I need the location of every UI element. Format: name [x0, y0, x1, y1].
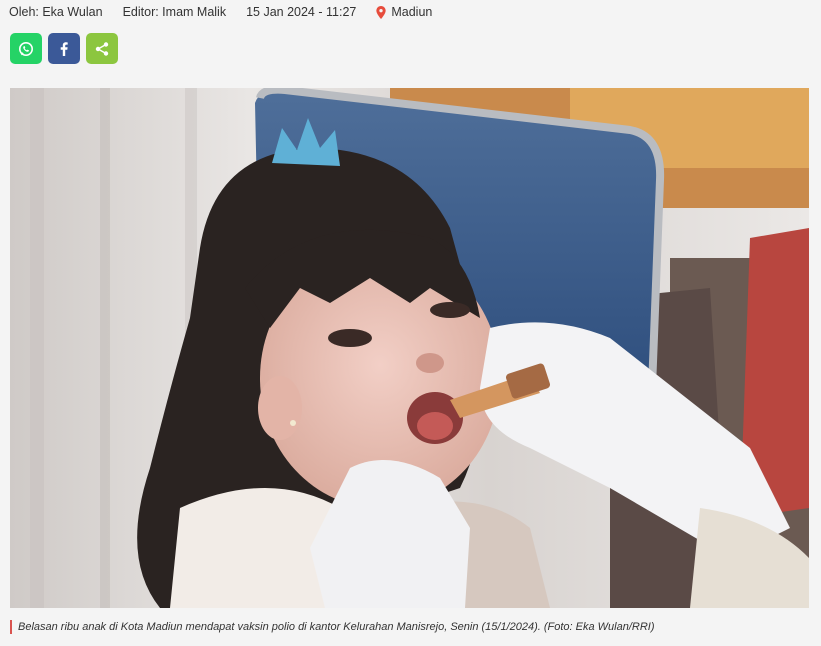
share-whatsapp-button[interactable] [10, 33, 42, 64]
share-bar [10, 33, 118, 64]
location-label: Madiun [391, 5, 433, 19]
facebook-icon [60, 41, 68, 56]
article-meta: Oleh: Eka Wulan Editor: Imam Malik 15 Ja… [9, 4, 432, 20]
share-facebook-button[interactable] [48, 33, 80, 64]
map-pin-icon [376, 5, 387, 19]
article-photo [10, 88, 809, 608]
location: Madiun [376, 5, 432, 19]
author-label: Oleh: Eka Wulan [9, 5, 103, 19]
publish-datetime: 15 Jan 2024 - 11:27 [246, 5, 357, 19]
photo-illustration [10, 88, 809, 608]
whatsapp-icon [19, 41, 33, 56]
share-generic-button[interactable] [86, 33, 118, 64]
editor-label: Editor: Imam Malik [122, 5, 227, 19]
caption-accent-bar [10, 620, 12, 634]
caption-text: Belasan ribu anak di Kota Madiun mendapa… [18, 621, 655, 633]
share-icon [95, 41, 109, 56]
photo-caption: Belasan ribu anak di Kota Madiun mendapa… [10, 619, 655, 635]
